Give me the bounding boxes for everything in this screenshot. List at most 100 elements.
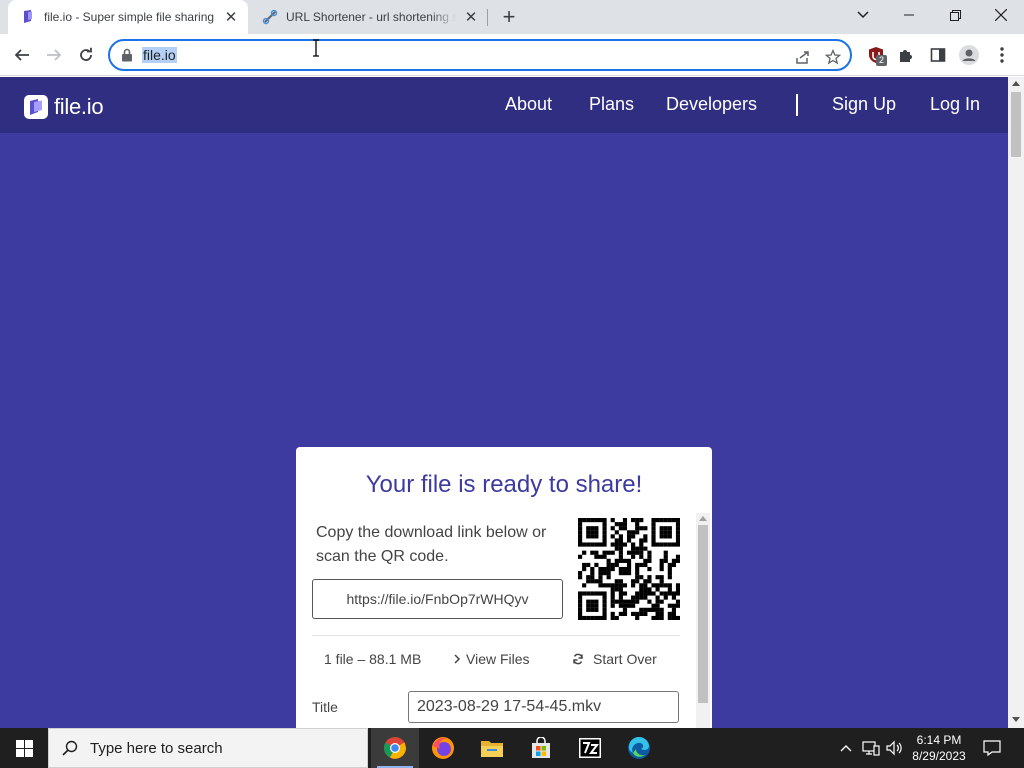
qr-module xyxy=(614,522,619,527)
network-button[interactable] xyxy=(859,728,883,768)
lock-icon xyxy=(122,48,132,62)
page-scrollbar-thumb[interactable] xyxy=(1011,92,1021,157)
qr-module xyxy=(675,591,680,596)
taskbar-firefox[interactable] xyxy=(419,728,467,768)
tab-search-button[interactable] xyxy=(840,0,886,30)
qr-module xyxy=(614,583,619,588)
extensions-button[interactable] xyxy=(894,43,918,67)
nav-about-link[interactable]: About xyxy=(505,94,552,115)
qr-module xyxy=(618,571,623,576)
nav-developers-link[interactable]: Developers xyxy=(666,94,757,115)
start-over-button[interactable]: Start Over xyxy=(572,651,657,667)
qr-module xyxy=(639,583,644,588)
file-info-text: 1 file – 88.1 MB xyxy=(324,651,422,667)
download-link-field[interactable]: https://file.io/FnbOp7rWHQyv xyxy=(312,579,563,619)
taskbar-file-explorer[interactable] xyxy=(468,728,516,768)
qr-module xyxy=(626,566,632,572)
qr-module xyxy=(590,530,595,535)
title-label: Title xyxy=(312,699,338,715)
back-button[interactable] xyxy=(8,41,36,69)
forward-button[interactable] xyxy=(40,41,68,69)
qr-module xyxy=(663,591,668,596)
scroll-up-arrow-icon[interactable] xyxy=(1012,81,1020,86)
tab-file-io[interactable]: file.io - Super simple file sharing ✕ xyxy=(8,0,248,34)
qr-module xyxy=(663,595,668,600)
close-window-button[interactable] xyxy=(978,0,1024,30)
qr-module xyxy=(578,538,583,543)
share-icon xyxy=(796,51,809,64)
card-scrollbar[interactable] xyxy=(696,513,710,728)
qr-module xyxy=(643,579,648,584)
site-logo[interactable]: file.io xyxy=(24,94,104,120)
qr-module xyxy=(618,534,623,539)
taskbar-edge[interactable] xyxy=(615,728,663,768)
ublock-extension-button[interactable]: 2 xyxy=(864,43,888,67)
nav-plans-link[interactable]: Plans xyxy=(589,94,634,115)
qr-module xyxy=(586,534,591,539)
restore-button[interactable] xyxy=(932,0,978,30)
qr-module xyxy=(631,583,636,588)
taskbar-chrome[interactable] xyxy=(371,728,419,768)
page-scrollbar[interactable] xyxy=(1008,77,1024,728)
qr-module xyxy=(655,611,660,617)
tab-url-shortener[interactable]: URL Shortener - url shortening se ✕ xyxy=(250,0,488,34)
qr-module xyxy=(639,607,644,612)
minimize-button[interactable] xyxy=(886,0,932,30)
nav-login-link[interactable]: Log In xyxy=(930,94,980,115)
browser-menu-button[interactable] xyxy=(990,43,1014,67)
file-io-logo-icon xyxy=(24,95,48,119)
volume-button[interactable] xyxy=(884,728,906,768)
address-bar[interactable]: file.io xyxy=(108,39,852,71)
qr-module xyxy=(655,518,660,523)
qr-module xyxy=(671,603,677,608)
qr-module xyxy=(622,591,628,596)
address-url[interactable]: file.io xyxy=(142,47,177,63)
qr-module xyxy=(659,558,664,563)
extension-badge: 2 xyxy=(876,55,888,66)
start-button[interactable] xyxy=(0,728,48,768)
qr-module xyxy=(594,530,599,535)
taskbar-microsoft-store[interactable] xyxy=(517,728,565,768)
browser-toolbar: file.io 2 xyxy=(0,34,1024,76)
qr-module xyxy=(626,558,632,563)
close-tab-icon[interactable]: ✕ xyxy=(462,8,480,26)
taskbar-search-box[interactable]: Type here to search xyxy=(48,728,368,768)
qr-module xyxy=(618,603,623,608)
show-hidden-icons-button[interactable] xyxy=(836,728,856,768)
qr-module xyxy=(626,603,632,608)
qr-module xyxy=(675,558,680,563)
taskbar-7zip[interactable] xyxy=(566,728,614,768)
bookmark-button[interactable] xyxy=(823,47,843,67)
scroll-down-arrow-icon[interactable] xyxy=(1012,717,1020,722)
qr-module xyxy=(622,558,628,563)
new-tab-button[interactable]: + xyxy=(498,6,520,28)
nav-signup-link[interactable]: Sign Up xyxy=(832,94,896,115)
qr-module xyxy=(610,587,615,592)
notifications-button[interactable] xyxy=(976,728,1008,768)
qr-module xyxy=(639,575,644,580)
tab-separator xyxy=(487,9,488,26)
qr-module xyxy=(667,518,672,523)
qr-module xyxy=(610,534,615,539)
qr-module xyxy=(639,538,644,543)
close-tab-icon[interactable]: ✕ xyxy=(222,8,240,26)
title-input[interactable]: 2023-08-29 17-54-45.mkv xyxy=(408,691,679,723)
profile-button[interactable] xyxy=(957,43,981,67)
side-panel-button[interactable] xyxy=(926,43,950,67)
qr-module xyxy=(586,591,591,596)
qr-module xyxy=(667,534,672,539)
qr-module xyxy=(635,550,640,555)
taskbar-clock[interactable]: 6:14 PM 8/29/2023 xyxy=(907,732,971,764)
reload-button[interactable] xyxy=(72,41,100,69)
qr-module xyxy=(590,518,595,523)
share-button[interactable] xyxy=(793,47,813,67)
view-files-button[interactable]: View Files xyxy=(452,651,530,667)
card-scrollbar-thumb[interactable] xyxy=(698,525,708,703)
card-description: Copy the download link below or scan the… xyxy=(316,524,547,565)
scroll-up-arrow-icon[interactable] xyxy=(699,516,707,521)
qr-module xyxy=(639,542,644,547)
qr-module xyxy=(643,534,648,539)
qr-module xyxy=(602,550,607,555)
qr-module xyxy=(610,583,615,588)
taskbar-search-placeholder: Type here to search xyxy=(90,739,223,757)
